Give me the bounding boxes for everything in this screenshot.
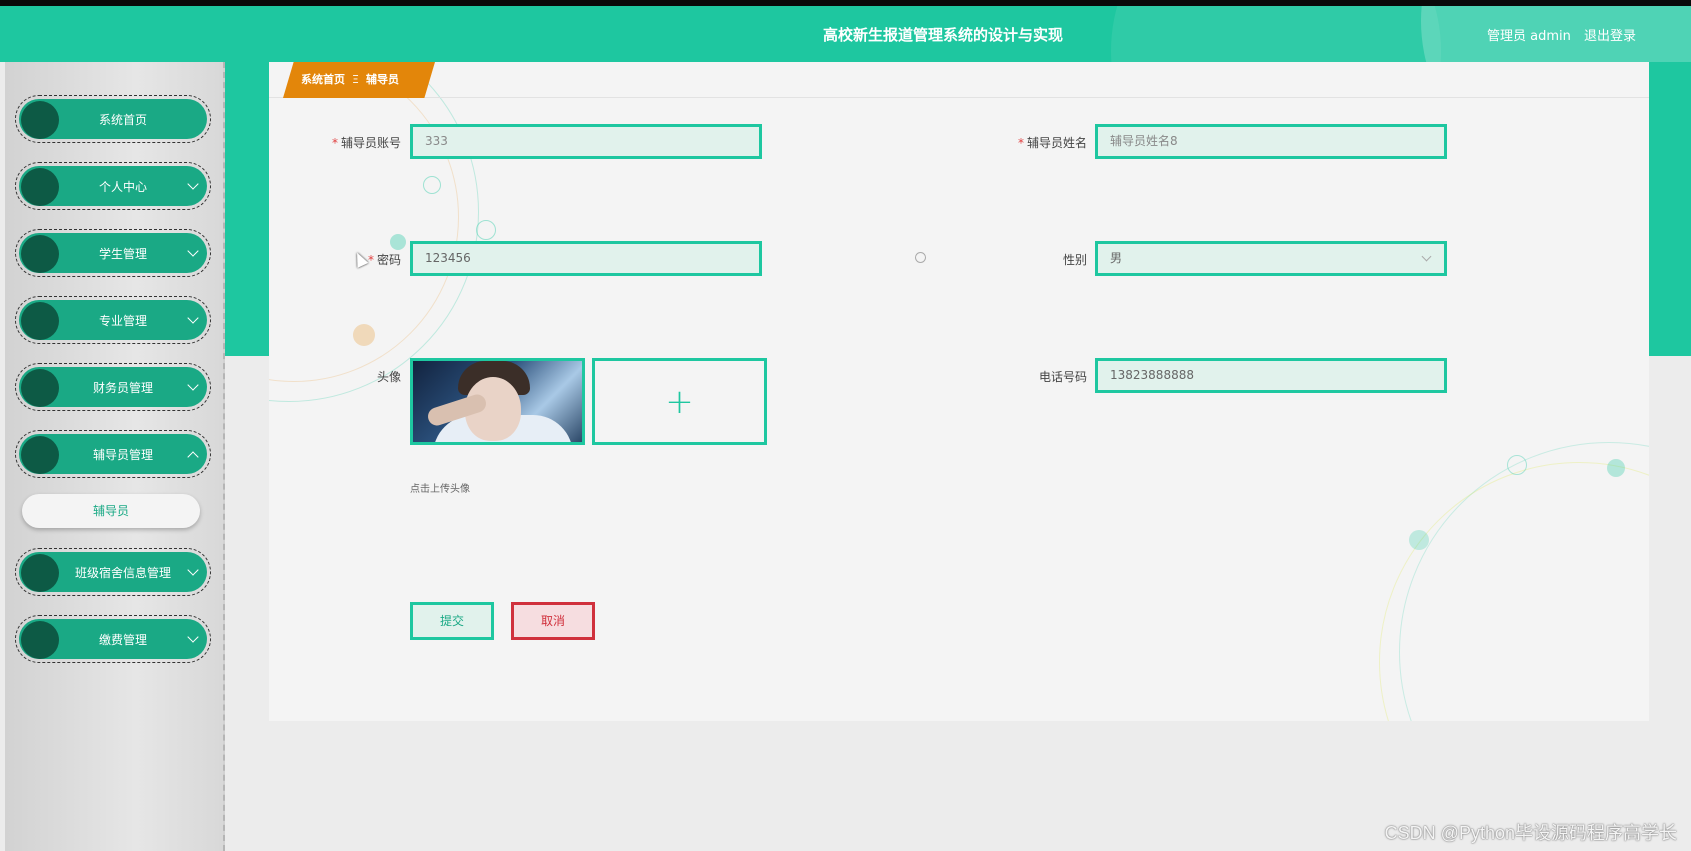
- top-header: 高校新生报道管理系统的设计与实现 管理员 admin 退出登录: [0, 0, 1691, 62]
- chevron-down-icon: [187, 631, 199, 643]
- sidebar-item-payment-management[interactable]: 缴费管理: [15, 615, 211, 663]
- breadcrumb: 系统首页 Ξ 辅导员: [283, 62, 435, 98]
- submit-button[interactable]: 提交: [410, 602, 494, 640]
- sidebar-item-label: 财务员管理: [92, 381, 153, 395]
- admin-user-label: 管理员 admin: [1486, 29, 1571, 44]
- header-decoration: [1111, 6, 1441, 62]
- chevron-down-icon: [187, 178, 199, 190]
- decoration-ring: [915, 252, 926, 263]
- breadcrumb-current: 辅导员: [365, 73, 399, 86]
- plus-icon: +: [665, 381, 694, 422]
- chevron-up-icon: [187, 451, 199, 463]
- circle-icon: [21, 235, 59, 273]
- circle-icon: [21, 621, 59, 659]
- gender-label: 性别: [1062, 253, 1087, 267]
- sidebar-item-class-dorm-management[interactable]: 班级宿舍信息管理: [15, 548, 211, 596]
- decoration-dot: [1607, 459, 1625, 477]
- sidebar-item-label: 缴费管理: [98, 633, 147, 647]
- sidebar: 系统首页 个人中心 学生管理 专业管理 财务员管理 辅导员管理 辅导员 班级宿舍…: [5, 62, 225, 851]
- breadcrumb-separator: Ξ: [352, 73, 359, 86]
- phone-label: 电话号码: [1038, 370, 1087, 384]
- sidebar-item-finance-management[interactable]: 财务员管理: [15, 363, 211, 411]
- sidebar-item-label: 学生管理: [98, 247, 147, 261]
- decoration-ring: [476, 220, 496, 240]
- circle-icon: [21, 101, 59, 139]
- decoration-dot: [353, 324, 375, 346]
- watermark: CSDN @Python毕设源码程序高学长: [1384, 823, 1677, 843]
- avatar-upload-hint: 点击上传头像: [410, 484, 470, 495]
- password-label: * 密码: [367, 253, 401, 267]
- sidebar-item-label: 专业管理: [98, 314, 147, 328]
- decoration-dot: [390, 234, 406, 250]
- account-input[interactable]: 333: [410, 124, 762, 159]
- name-label: * 辅导员姓名: [1017, 136, 1087, 150]
- avatar-label: 头像: [376, 370, 401, 384]
- sidebar-item-home[interactable]: 系统首页: [15, 95, 211, 143]
- circle-icon: [21, 302, 59, 340]
- header-user-area: 管理员 admin 退出登录: [1487, 25, 1636, 44]
- cancel-button[interactable]: 取消: [511, 602, 595, 640]
- chevron-down-icon: [187, 379, 199, 391]
- password-input[interactable]: 123456: [410, 241, 762, 276]
- avatar-preview: [410, 358, 585, 445]
- chevron-down-icon: [1421, 251, 1432, 262]
- sidebar-item-label: 系统首页: [98, 113, 147, 127]
- avatar-upload-button[interactable]: +: [592, 358, 767, 445]
- sidebar-item-counselor-management[interactable]: 辅导员管理: [15, 430, 211, 478]
- breadcrumb-home[interactable]: 系统首页: [301, 73, 345, 86]
- account-label: * 辅导员账号: [331, 136, 401, 150]
- phone-input[interactable]: 13823888888: [1095, 358, 1447, 393]
- decoration-ring: [423, 176, 441, 194]
- sidebar-subitem-counselor[interactable]: 辅导员: [22, 494, 200, 528]
- sidebar-item-label: 个人中心: [98, 180, 147, 194]
- gender-value: 男: [1110, 251, 1123, 265]
- circle-icon: [21, 369, 59, 407]
- sidebar-item-personal-center[interactable]: 个人中心: [15, 162, 211, 210]
- sidebar-item-major-management[interactable]: 专业管理: [15, 296, 211, 344]
- breadcrumb-bar: 系统首页 Ξ 辅导员: [269, 62, 1649, 98]
- chevron-down-icon: [187, 245, 199, 257]
- sidebar-item-label: 班级宿舍信息管理: [74, 566, 171, 580]
- chevron-down-icon: [187, 312, 199, 324]
- page-title: 高校新生报道管理系统的设计与实现: [823, 26, 1064, 44]
- name-input[interactable]: 辅导员姓名8: [1095, 124, 1447, 159]
- decoration-ring: [1399, 442, 1649, 721]
- chevron-down-icon: [187, 564, 199, 576]
- circle-icon: [21, 554, 59, 592]
- decoration-ring: [1507, 455, 1527, 475]
- sidebar-item-label: 辅导员管理: [92, 448, 153, 462]
- sidebar-item-student-management[interactable]: 学生管理: [15, 229, 211, 277]
- decoration-ring: [1379, 462, 1649, 721]
- form-card: 系统首页 Ξ 辅导员 * 辅导员账号 333 * 辅导员姓名 辅导员姓名8 * 密码 12…: [269, 62, 1649, 721]
- decoration-dot: [1409, 530, 1429, 550]
- circle-icon: [21, 168, 59, 206]
- circle-icon: [21, 436, 59, 474]
- decoration-ring: [269, 62, 459, 382]
- decoration-ring: [269, 62, 479, 402]
- logout-link[interactable]: 退出登录: [1584, 29, 1636, 44]
- gender-select[interactable]: 男: [1095, 241, 1447, 276]
